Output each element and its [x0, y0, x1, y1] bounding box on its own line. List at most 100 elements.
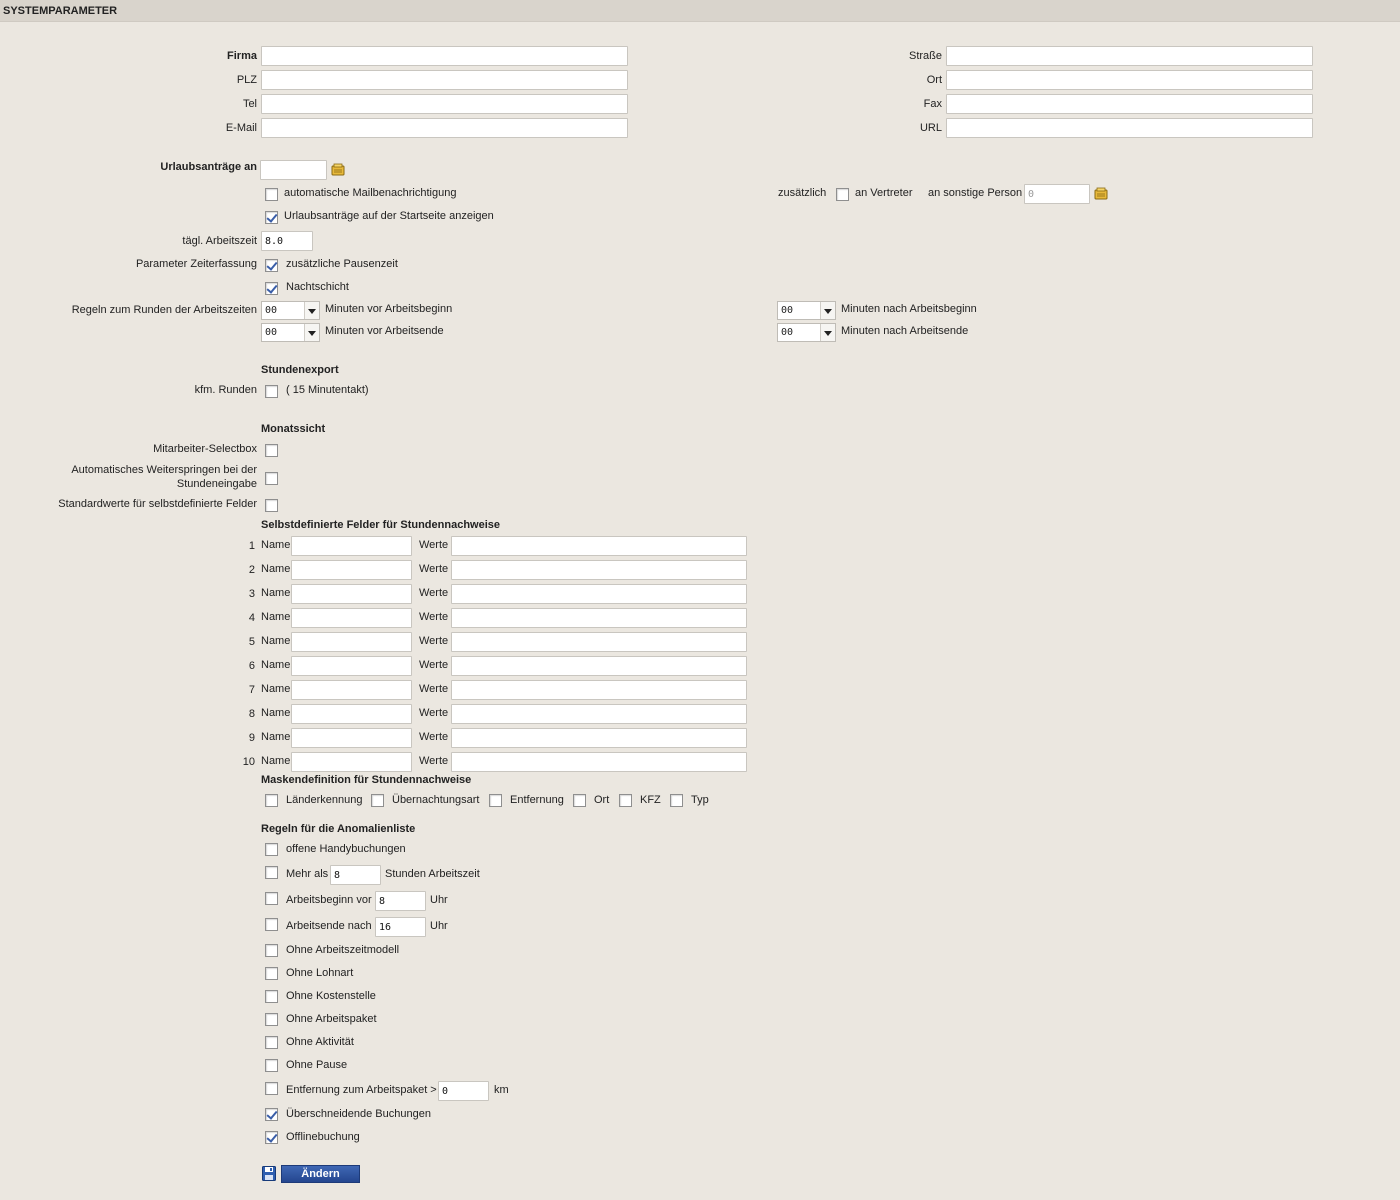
custom-field-values-input[interactable] [451, 752, 747, 772]
address-book-icon[interactable] [1093, 187, 1109, 201]
custom-field-values-input[interactable] [451, 680, 747, 700]
custom-field-values-input[interactable] [451, 608, 747, 628]
selectbox-checkbox[interactable] [265, 444, 278, 457]
daily-worktime-input[interactable]: 8.0 [261, 231, 313, 251]
mask-option-checkbox[interactable] [573, 794, 586, 807]
mask-option-checkbox[interactable] [371, 794, 384, 807]
custom-field-values-input[interactable] [451, 704, 747, 724]
extra-break-label: zusätzliche Pausenzeit [286, 258, 398, 270]
save-button[interactable]: Ändern [281, 1165, 360, 1183]
custom-field-number: 7 [248, 684, 255, 696]
open-mobile-checkbox[interactable] [265, 843, 278, 856]
custom-field-name-input[interactable] [291, 656, 412, 676]
other-person-input[interactable]: 0 [1024, 184, 1090, 204]
email-label: E-Mail [225, 122, 257, 134]
anomaly-rule-checkbox[interactable] [265, 944, 278, 957]
show-start-checkbox[interactable] [265, 211, 278, 224]
custom-field-name-input[interactable] [291, 536, 412, 556]
month-heading: Monatssicht [261, 423, 326, 435]
custom-field-values-input[interactable] [451, 728, 747, 748]
kfm-checkbox[interactable] [265, 385, 278, 398]
more-than-input[interactable]: 8 [330, 865, 381, 885]
after-end-select[interactable]: 00 [777, 323, 836, 342]
url-input[interactable] [946, 118, 1313, 138]
custom-field-values-input[interactable] [451, 584, 747, 604]
more-than-checkbox[interactable] [265, 866, 278, 879]
custom-field-name-label: Name [261, 731, 291, 743]
fax-label: Fax [923, 98, 942, 110]
email-input[interactable] [261, 118, 628, 138]
custom-field-name-input[interactable] [291, 608, 412, 628]
start-before-uhr: Uhr [430, 894, 448, 906]
substitute-checkbox[interactable] [836, 188, 849, 201]
distance-input[interactable]: 0 [438, 1081, 489, 1101]
custom-field-name-input[interactable] [291, 680, 412, 700]
start-before-input[interactable]: 8 [375, 891, 426, 911]
anomaly-rule-label: Ohne Kostenstelle [286, 990, 376, 1002]
custom-field-values-label: Werte [419, 659, 449, 671]
floppy-disk-icon[interactable] [262, 1166, 276, 1181]
daily-worktime-label: tägl. Arbeitszeit [182, 235, 257, 247]
custom-field-values-input[interactable] [451, 632, 747, 652]
custom-field-number: 2 [248, 564, 255, 576]
anomaly-rule-checkbox[interactable] [265, 1036, 278, 1049]
ort-input[interactable] [946, 70, 1313, 90]
tel-input[interactable] [261, 94, 628, 114]
anomaly-rule-checkbox[interactable] [265, 967, 278, 980]
strasse-label: Straße [908, 50, 942, 62]
custom-field-name-input[interactable] [291, 704, 412, 724]
night-shift-checkbox[interactable] [265, 282, 278, 295]
address-book-icon[interactable] [330, 163, 346, 177]
after-end-label: Minuten nach Arbeitsende [841, 325, 969, 337]
vacation-recipient-input[interactable] [260, 160, 327, 180]
custom-field-name-label: Name [261, 539, 291, 551]
defaults-checkbox[interactable] [265, 499, 278, 512]
custom-field-values-input[interactable] [451, 536, 747, 556]
mask-option-checkbox[interactable] [670, 794, 683, 807]
custom-fields-heading: Selbstdefinierte Felder für Stundennachw… [261, 519, 500, 531]
anomaly-rule-label: Ohne Arbeitspaket [286, 1013, 377, 1025]
auto-mail-checkbox[interactable] [265, 188, 278, 201]
anomaly-rule-checkbox[interactable] [265, 990, 278, 1003]
mask-option-checkbox[interactable] [619, 794, 632, 807]
rounding-label: Regeln zum Runden der Arbeitszeiten [71, 304, 257, 316]
autojump-checkbox[interactable] [265, 472, 278, 485]
custom-field-name-input[interactable] [291, 752, 412, 772]
url-label: URL [919, 122, 942, 134]
end-after-input[interactable]: 16 [375, 917, 426, 937]
custom-field-name-input[interactable] [291, 560, 412, 580]
custom-field-number: 6 [248, 660, 255, 672]
chevron-down-icon [820, 302, 835, 319]
custom-field-name-input[interactable] [291, 632, 412, 652]
custom-field-name-input[interactable] [291, 728, 412, 748]
mask-option-checkbox[interactable] [265, 794, 278, 807]
substitute-label: an Vertreter [855, 187, 913, 199]
custom-field-values-label: Werte [419, 683, 449, 695]
plz-input[interactable] [261, 70, 628, 90]
before-start-select[interactable]: 00 [261, 301, 320, 320]
strasse-input[interactable] [946, 46, 1313, 66]
overlapping-checkbox[interactable] [265, 1108, 278, 1121]
custom-field-values-input[interactable] [451, 560, 747, 580]
custom-field-values-input[interactable] [451, 656, 747, 676]
custom-field-name-label: Name [261, 563, 291, 575]
extra-break-checkbox[interactable] [265, 259, 278, 272]
offline-checkbox[interactable] [265, 1131, 278, 1144]
after-start-select[interactable]: 00 [777, 301, 836, 320]
start-before-checkbox[interactable] [265, 892, 278, 905]
custom-field-values-label: Werte [419, 587, 449, 599]
kfm-note: ( 15 Minutentakt) [286, 384, 369, 396]
firma-label: Firma [227, 50, 257, 62]
custom-field-name-input[interactable] [291, 584, 412, 604]
end-after-checkbox[interactable] [265, 918, 278, 931]
fax-input[interactable] [946, 94, 1313, 114]
mask-option-label: Entfernung [510, 794, 564, 806]
distance-checkbox[interactable] [265, 1082, 278, 1095]
mask-option-checkbox[interactable] [489, 794, 502, 807]
anomaly-rule-checkbox[interactable] [265, 1013, 278, 1026]
anomaly-rule-checkbox[interactable] [265, 1059, 278, 1072]
before-end-select[interactable]: 00 [261, 323, 320, 342]
offline-label: Offlinebuchung [286, 1131, 360, 1143]
firma-input[interactable] [261, 46, 628, 66]
night-shift-label: Nachtschicht [286, 281, 349, 293]
